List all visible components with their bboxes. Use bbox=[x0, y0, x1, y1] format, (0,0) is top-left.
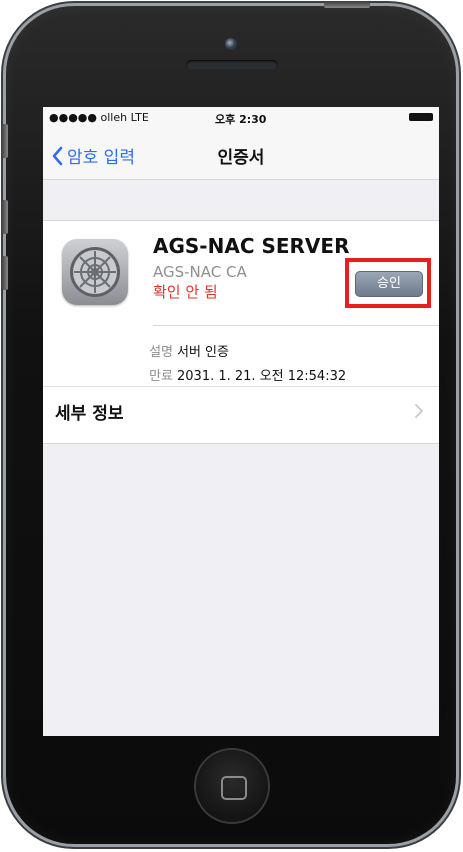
certificate-issuer: AGS-NAC CA bbox=[153, 263, 247, 281]
certificate-title: AGS-NAC SERVER bbox=[153, 234, 350, 258]
more-details-label: 세부 정보 bbox=[55, 404, 124, 424]
approve-highlight-box: 승인 bbox=[345, 258, 431, 308]
chevron-right-icon bbox=[415, 404, 423, 418]
navigation-bar: 암호 입력 인증서 bbox=[43, 127, 439, 180]
power-button bbox=[324, 2, 370, 8]
battery-icon bbox=[409, 113, 433, 121]
status-bar: ●●●●● olleh LTE 오후 2:30 bbox=[43, 107, 439, 127]
volume-down-button bbox=[2, 256, 8, 290]
detail-label: 설명 bbox=[149, 345, 173, 360]
detail-value: 2031. 1. 21. 오전 12:54:32 bbox=[177, 369, 347, 384]
section-spacer bbox=[43, 180, 439, 220]
volume-up-button bbox=[2, 200, 8, 234]
home-button-icon bbox=[221, 776, 247, 800]
detail-row-description: 설명 서버 인증 bbox=[43, 341, 439, 361]
page-title: 인증서 bbox=[217, 148, 265, 168]
detail-label: 만료 bbox=[149, 369, 173, 384]
detail-value: 서버 인증 bbox=[177, 345, 229, 360]
gear-icon bbox=[70, 247, 120, 297]
status-time: 오후 2:30 bbox=[215, 113, 267, 126]
phone-screen: ●●●●● olleh LTE 오후 2:30 암호 입력 인증서 AGS-NA… bbox=[43, 107, 439, 736]
more-details-row[interactable]: 세부 정보 bbox=[43, 387, 439, 435]
settings-gear-icon bbox=[62, 239, 128, 305]
front-camera bbox=[225, 38, 237, 50]
screenshot-stage: ●●●●● olleh LTE 오후 2:30 암호 입력 인증서 AGS-NA… bbox=[0, 0, 463, 852]
verification-status: 확인 안 됨 bbox=[153, 283, 218, 301]
detail-row-expiry: 만료 2031. 1. 21. 오전 12:54:32 bbox=[43, 365, 439, 385]
carrier-label: ●●●●● olleh LTE bbox=[49, 111, 149, 124]
earpiece-speaker bbox=[186, 60, 278, 70]
certificate-card: AGS-NAC SERVER AGS-NAC CA 확인 안 됨 승인 설명 서… bbox=[43, 220, 439, 444]
approve-button[interactable]: 승인 bbox=[355, 271, 423, 297]
divider bbox=[153, 325, 439, 326]
mute-switch bbox=[2, 124, 8, 158]
